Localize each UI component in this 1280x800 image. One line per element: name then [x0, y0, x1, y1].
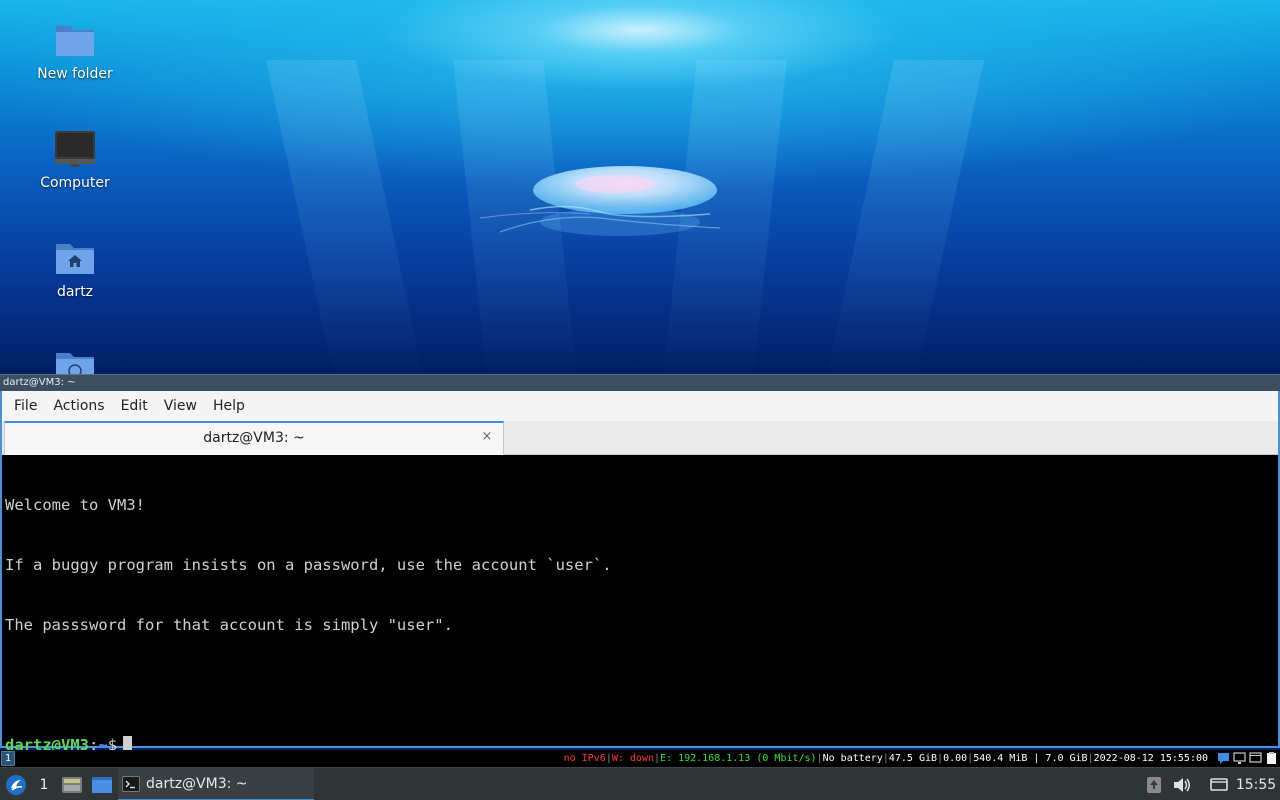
terminal-titlebar[interactable]: dartz@VM3: ~ [0, 374, 1280, 391]
volume-icon [1174, 777, 1190, 792]
show-desktop-button[interactable] [88, 768, 116, 800]
home-folder-icon [56, 244, 94, 274]
jellyfish-image [479, 166, 721, 236]
status-tray [1217, 751, 1278, 765]
taskbar-item-terminal[interactable]: dartz@VM3: ~ [118, 768, 314, 800]
screen-icon [1210, 777, 1228, 791]
status-wireless: W: down [611, 753, 654, 764]
terminal-window: File Actions Edit View Help dartz@VM3: ~… [0, 391, 1280, 754]
display-settings[interactable] [1208, 768, 1230, 800]
status-battery: No battery [822, 753, 883, 764]
clock[interactable]: 15:55 [1234, 768, 1278, 800]
workspace-button[interactable]: 1 [1, 751, 15, 766]
update-notifier[interactable] [1144, 768, 1164, 800]
menu-edit[interactable]: Edit [113, 391, 156, 421]
desktop-icon-new-folder[interactable]: New folder [20, 20, 130, 82]
tab-bar: dartz@VM3: ~ × [2, 421, 1278, 455]
menu-view[interactable]: View [156, 391, 205, 421]
file-manager-launcher[interactable] [58, 768, 86, 800]
folder-icon [56, 26, 94, 56]
status-ethernet: E: 192.168.1.13 (0 Mbit/s) [660, 753, 817, 764]
status-disk: 47.5 GiB [888, 753, 938, 764]
desktop-icon-label: New folder [37, 66, 113, 82]
menu-help[interactable]: Help [205, 391, 253, 421]
taskbar: 1 dartz@VM3: ~ 15:55 [0, 767, 1280, 800]
desktop-switcher[interactable]: 1 [34, 768, 54, 800]
terminal-line: Welcome to VM3! [5, 496, 145, 514]
show-desktop-icon [92, 776, 112, 793]
volume-control[interactable] [1170, 768, 1194, 800]
status-load: 0.00 [943, 753, 968, 764]
update-icon [1147, 776, 1161, 793]
window-icon[interactable] [1249, 751, 1262, 765]
start-menu-button[interactable] [2, 768, 30, 800]
status-ipv6: no IPv6 [563, 753, 606, 764]
lubuntu-logo-icon [6, 774, 26, 795]
menu-actions[interactable]: Actions [45, 391, 112, 421]
desktop-icon-label: dartz [56, 284, 94, 300]
taskbar-item-label: dartz@VM3: ~ [146, 775, 248, 792]
menubar: File Actions Edit View Help [2, 391, 1278, 421]
monitor-icon[interactable] [1233, 751, 1246, 765]
file-manager-icon [62, 776, 82, 793]
terminal-output[interactable]: Welcome to VM3! If a buggy program insis… [2, 455, 1278, 754]
terminal-tab[interactable]: dartz@VM3: ~ × [4, 421, 504, 455]
close-icon[interactable]: × [479, 429, 495, 445]
light-beam [265, 60, 425, 380]
chat-icon[interactable] [1217, 751, 1230, 765]
desktop-icon-computer[interactable]: Computer [20, 129, 130, 191]
computer-icon [55, 131, 95, 167]
clipboard-icon[interactable] [1265, 751, 1278, 765]
tab-title: dartz@VM3: ~ [203, 430, 305, 446]
terminal-icon [122, 775, 140, 792]
desktop-icon-label: Computer [40, 175, 110, 191]
status-items: no IPv6|W: down|E: 192.168.1.13 (0 Mbit/… [564, 750, 1208, 767]
status-datetime: 2022-08-12 15:55:00 [1093, 753, 1208, 764]
desktop-icon-home[interactable]: dartz [20, 238, 130, 300]
menu-file[interactable]: File [6, 391, 45, 421]
status-bar: 1 no IPv6|W: down|E: 192.168.1.13 (0 Mbi… [0, 750, 1280, 767]
terminal-line: If a buggy program insists on a password… [5, 556, 612, 574]
status-memory: 540.4 MiB | 7.0 GiB [973, 753, 1088, 764]
light-beam [825, 60, 985, 380]
terminal-line: The passsword for that account is simply… [5, 616, 453, 634]
